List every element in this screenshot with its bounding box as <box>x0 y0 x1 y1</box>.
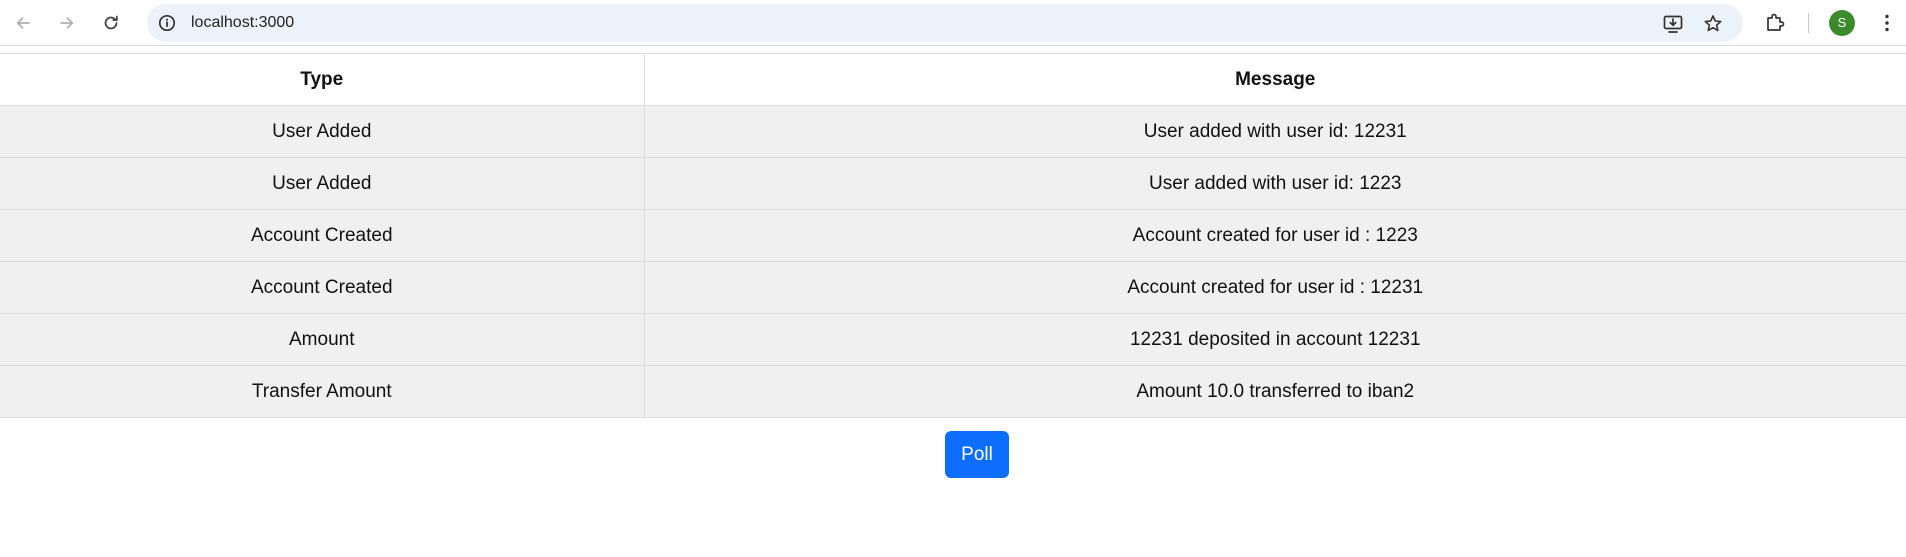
table-header-row: Type Message <box>0 53 1906 106</box>
table-row: User Added User added with user id: 1223… <box>0 105 1906 158</box>
table-row: Amount 12231 deposited in account 12231 <box>0 313 1906 366</box>
table-row: Transfer Amount Amount 10.0 transferred … <box>0 365 1906 418</box>
type-cell: User Added <box>0 157 645 210</box>
message-cell: Amount 10.0 transferred to iban2 <box>644 365 1906 418</box>
events-table: Type Message User Added User added with … <box>0 53 1906 418</box>
poll-button[interactable]: Poll <box>945 431 1009 478</box>
type-cell: Account Created <box>0 261 645 314</box>
column-header-message: Message <box>644 53 1906 106</box>
star-icon[interactable] <box>1702 13 1724 35</box>
message-cell: User added with user id: 1223 <box>644 157 1906 210</box>
type-cell: User Added <box>0 105 645 158</box>
message-cell: Account created for user id : 12231 <box>644 261 1906 314</box>
arrow-right-icon <box>60 17 74 29</box>
back-button[interactable] <box>8 8 38 38</box>
forward-button[interactable] <box>52 8 82 38</box>
reload-button[interactable] <box>96 8 126 38</box>
poll-container: Poll <box>0 431 1906 478</box>
address-bar[interactable]: localhost:3000 <box>147 4 1743 42</box>
info-icon[interactable] <box>157 13 177 33</box>
message-cell: Account created for user id : 1223 <box>644 209 1906 262</box>
table-row: User Added User added with user id: 1223 <box>0 157 1906 210</box>
url-text[interactable]: localhost:3000 <box>191 4 294 42</box>
type-cell: Transfer Amount <box>0 365 645 418</box>
column-header-type: Type <box>0 53 645 106</box>
type-cell: Amount <box>0 313 645 366</box>
table-row: Account Created Account created for user… <box>0 261 1906 314</box>
kebab-menu-icon[interactable] <box>1875 11 1899 35</box>
install-app-icon[interactable] <box>1662 13 1684 35</box>
message-cell: 12231 deposited in account 12231 <box>644 313 1906 366</box>
browser-toolbar: localhost:3000 S <box>0 0 1906 46</box>
reload-icon <box>104 15 118 30</box>
page-content: Type Message User Added User added with … <box>0 53 1906 418</box>
puzzle-icon[interactable] <box>1763 11 1787 35</box>
arrow-left-icon <box>16 17 30 29</box>
table-row: Account Created Account created for user… <box>0 209 1906 262</box>
message-cell: User added with user id: 12231 <box>644 105 1906 158</box>
toolbar-divider <box>1808 13 1809 33</box>
profile-avatar[interactable]: S <box>1829 10 1855 36</box>
type-cell: Account Created <box>0 209 645 262</box>
